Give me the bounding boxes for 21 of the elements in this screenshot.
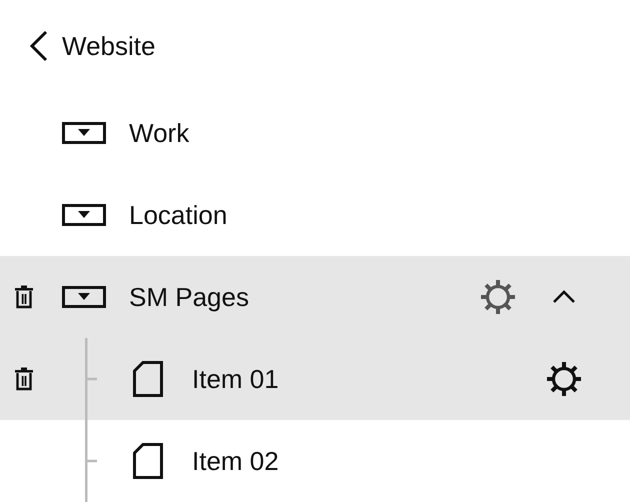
page-icon[interactable] <box>133 443 163 479</box>
panel-title: Website <box>62 30 156 62</box>
nav-item[interactable]: Location <box>0 174 630 256</box>
nav-item-label: Item 02 <box>192 444 279 478</box>
nav-item[interactable]: Item 02 <box>0 420 630 502</box>
nav-item[interactable]: Work <box>0 92 630 174</box>
nav-item[interactable]: Item 01 <box>0 338 630 420</box>
page-icon[interactable] <box>133 361 163 397</box>
nav-item-label: Location <box>129 198 228 232</box>
dropdown-page-icon[interactable] <box>62 286 106 308</box>
dropdown-page-icon[interactable] <box>62 122 106 144</box>
nav-item-label: SM Pages <box>129 280 249 314</box>
trash-icon[interactable] <box>14 367 34 391</box>
nav-item[interactable]: SM Pages <box>0 256 630 338</box>
settings-icon[interactable] <box>480 279 516 315</box>
settings-icon[interactable] <box>546 361 582 397</box>
nav-item-label: Work <box>129 116 190 150</box>
nav-item-label: Item 01 <box>192 362 279 396</box>
back-icon[interactable] <box>28 29 50 63</box>
dropdown-page-icon[interactable] <box>62 204 106 226</box>
trash-icon[interactable] <box>14 285 34 309</box>
